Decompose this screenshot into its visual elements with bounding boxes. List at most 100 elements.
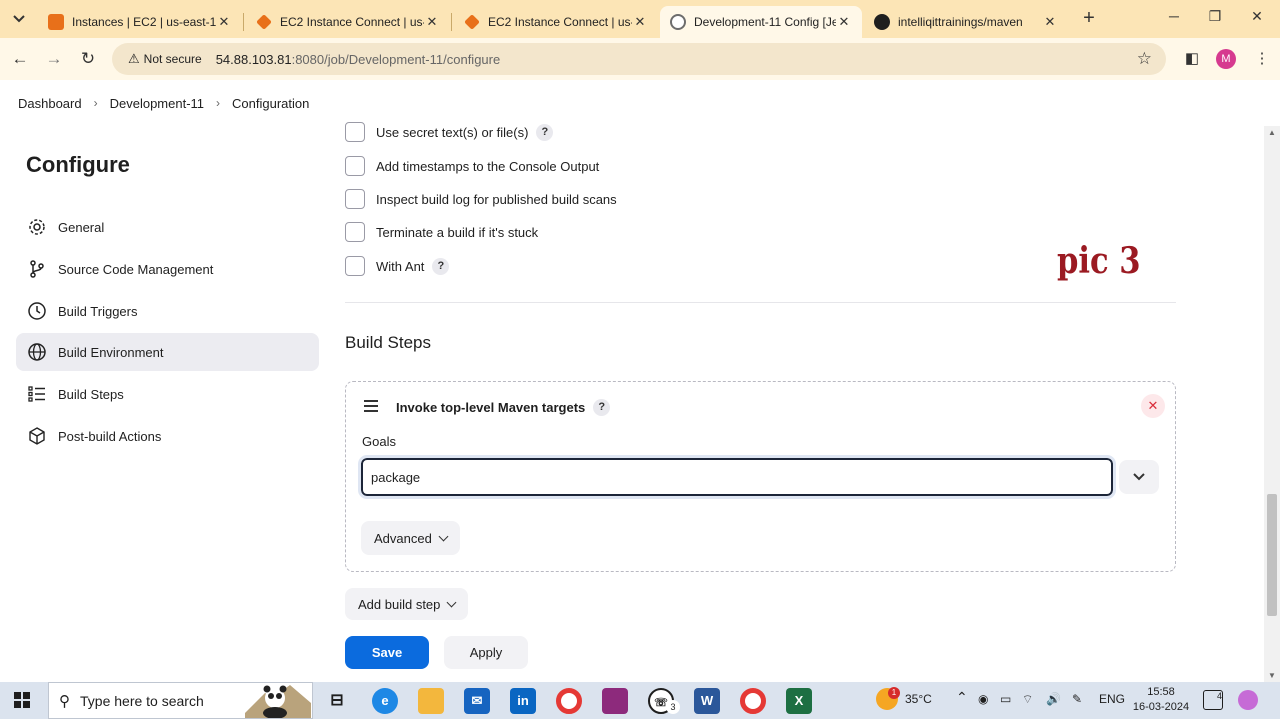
chrome-icon[interactable] — [556, 688, 582, 714]
winrar-icon[interactable] — [602, 688, 628, 714]
help-icon[interactable]: ? — [593, 399, 611, 416]
remove-step-button[interactable]: ✕ — [1141, 394, 1165, 418]
address-bar[interactable]: ⚠ Not secure 54.88.103.81:8080/job/Devel… — [112, 43, 1166, 75]
apply-button[interactable]: Apply — [444, 636, 528, 669]
breadcrumb-job[interactable]: Development-11 — [110, 96, 204, 111]
battery-icon[interactable]: ▭ — [1000, 692, 1011, 706]
side-panel-icon[interactable]: ◧ — [1180, 47, 1204, 71]
save-button[interactable]: Save — [345, 636, 429, 669]
list-icon — [26, 383, 48, 405]
ec2-icon — [464, 14, 480, 30]
expand-goals-button[interactable] — [1119, 460, 1159, 494]
sidebar-item-build-steps[interactable]: Build Steps — [16, 375, 319, 413]
checkbox[interactable] — [345, 256, 365, 276]
reload-button[interactable]: ↻ — [76, 47, 100, 71]
scroll-down-icon[interactable]: ▼ — [1268, 671, 1276, 680]
option-inspect-build-log[interactable]: Inspect build log for published build sc… — [345, 188, 617, 210]
breadcrumb-dashboard[interactable]: Dashboard — [18, 96, 82, 111]
mail-icon[interactable]: ✉ — [464, 688, 490, 714]
sidebar-item-build-environment[interactable]: Build Environment — [16, 333, 319, 371]
back-button[interactable]: ← — [8, 47, 32, 71]
meet-icon[interactable]: ◉ — [978, 692, 988, 706]
minimize-button[interactable]: ─ — [1163, 8, 1185, 30]
checkbox[interactable] — [345, 189, 365, 209]
browser-tab[interactable]: intelliqittrainings/maven ✕ — [864, 6, 1068, 38]
sidebar-item-post-build[interactable]: Post-build Actions — [16, 417, 319, 455]
close-tab-icon[interactable]: ✕ — [216, 14, 232, 30]
browser-tab[interactable]: Instances | EC2 | us-east-1 ✕ — [38, 6, 242, 38]
windows-start-icon[interactable] — [14, 692, 30, 708]
tab-separator — [451, 13, 452, 31]
chevron-right-icon: › — [93, 96, 98, 110]
network-icon[interactable]: ⌔ — [1022, 692, 1033, 707]
option-with-ant[interactable]: With Ant ? — [345, 255, 450, 277]
browser-tab[interactable]: EC2 Instance Connect | us-ea ✕ — [246, 6, 450, 38]
chevron-right-icon: › — [216, 96, 221, 110]
breadcrumb: Dashboard › Development-11 › Configurati… — [0, 80, 1280, 126]
checkbox[interactable] — [345, 122, 365, 142]
sidebar-item-build-triggers[interactable]: Build Triggers — [16, 292, 319, 330]
checkbox[interactable] — [345, 156, 365, 176]
notification-icon[interactable]: 4 — [1203, 690, 1223, 710]
scroll-thumb[interactable] — [1267, 494, 1277, 616]
advanced-button[interactable]: Advanced — [361, 521, 460, 555]
windows-taskbar: ⚲ Type here to search ⊟ e ✉ in ☏ 3 W X 1… — [0, 682, 1280, 719]
option-secret-text[interactable]: Use secret text(s) or file(s) ? — [345, 121, 554, 143]
pen-icon[interactable]: ✎ — [1072, 692, 1082, 706]
sidebar-item-source-code[interactable]: Source Code Management — [16, 250, 319, 288]
weather-badge: 1 — [888, 687, 900, 699]
close-window-button[interactable]: ✕ — [1246, 8, 1268, 30]
clock-icon — [26, 300, 48, 322]
chevron-down-icon — [438, 531, 449, 541]
weather-temperature[interactable]: 35°C — [905, 692, 932, 706]
ec2-icon — [256, 14, 272, 30]
goals-input[interactable] — [358, 455, 1116, 499]
task-view-icon[interactable]: ⊟ — [324, 688, 350, 714]
bookmark-star-icon[interactable]: ☆ — [1137, 49, 1152, 69]
chevron-down-icon — [1133, 473, 1145, 481]
excel-icon[interactable]: X — [786, 688, 812, 714]
help-icon[interactable]: ? — [536, 123, 554, 141]
file-explorer-icon[interactable] — [418, 688, 444, 714]
page-scrollbar[interactable]: ▲ ▼ — [1264, 126, 1280, 682]
option-terminate-stuck[interactable]: Terminate a build if it's stuck — [345, 221, 538, 243]
help-icon[interactable]: ? — [432, 257, 450, 275]
url-text[interactable]: 54.88.103.81:8080/job/Development-11/con… — [216, 52, 501, 67]
tab-search-button[interactable] — [7, 7, 31, 31]
security-chip[interactable]: ⚠ Not secure — [120, 47, 210, 71]
scroll-up-icon[interactable]: ▲ — [1268, 128, 1276, 137]
github-icon — [874, 14, 890, 30]
word-icon[interactable]: W — [694, 688, 720, 714]
new-tab-button[interactable]: + — [1078, 8, 1100, 30]
close-tab-icon[interactable]: ✕ — [1042, 14, 1058, 30]
sidebar-item-general[interactable]: General — [16, 208, 319, 246]
language-indicator[interactable]: ENG — [1099, 692, 1125, 706]
checkbox[interactable] — [345, 222, 365, 242]
globe-icon — [26, 341, 48, 363]
taskbar-clock[interactable]: 15:58 16-03-2024 — [1132, 685, 1190, 715]
add-build-step-button[interactable]: Add build step — [345, 588, 469, 620]
tab-separator — [243, 13, 244, 31]
watermark-text: pic 3 — [1057, 240, 1141, 282]
breadcrumb-configuration[interactable]: Configuration — [232, 96, 309, 111]
drag-handle-icon[interactable] — [364, 400, 378, 415]
chrome-profile-icon[interactable] — [740, 688, 766, 714]
option-timestamps[interactable]: Add timestamps to the Console Output — [345, 155, 599, 177]
restore-button[interactable]: ❐ — [1204, 8, 1226, 30]
branch-icon — [26, 258, 48, 280]
close-tab-icon[interactable]: ✕ — [836, 14, 852, 30]
tray-chevron-up-icon[interactable]: ⌃ — [956, 689, 968, 706]
browser-tab[interactable]: EC2 Instance Connect | us-ea ✕ — [454, 6, 658, 38]
close-tab-icon[interactable]: ✕ — [632, 14, 648, 30]
more-menu-icon[interactable]: ⋮ — [1250, 47, 1274, 71]
forward-button[interactable]: → — [42, 47, 66, 71]
volume-icon[interactable]: 🔊 — [1046, 692, 1061, 706]
browser-tabstrip: Instances | EC2 | us-east-1 ✕ EC2 Instan… — [0, 0, 1280, 38]
close-tab-icon[interactable]: ✕ — [424, 14, 440, 30]
browser-tab-active[interactable]: Development-11 Config [Jen ✕ — [660, 6, 862, 38]
edge-icon[interactable]: e — [372, 688, 398, 714]
whatsapp-badge: 3 — [666, 700, 680, 714]
linkedin-icon[interactable]: in — [510, 688, 536, 714]
profile-avatar[interactable]: M — [1216, 49, 1236, 69]
copilot-icon[interactable] — [1238, 690, 1258, 710]
